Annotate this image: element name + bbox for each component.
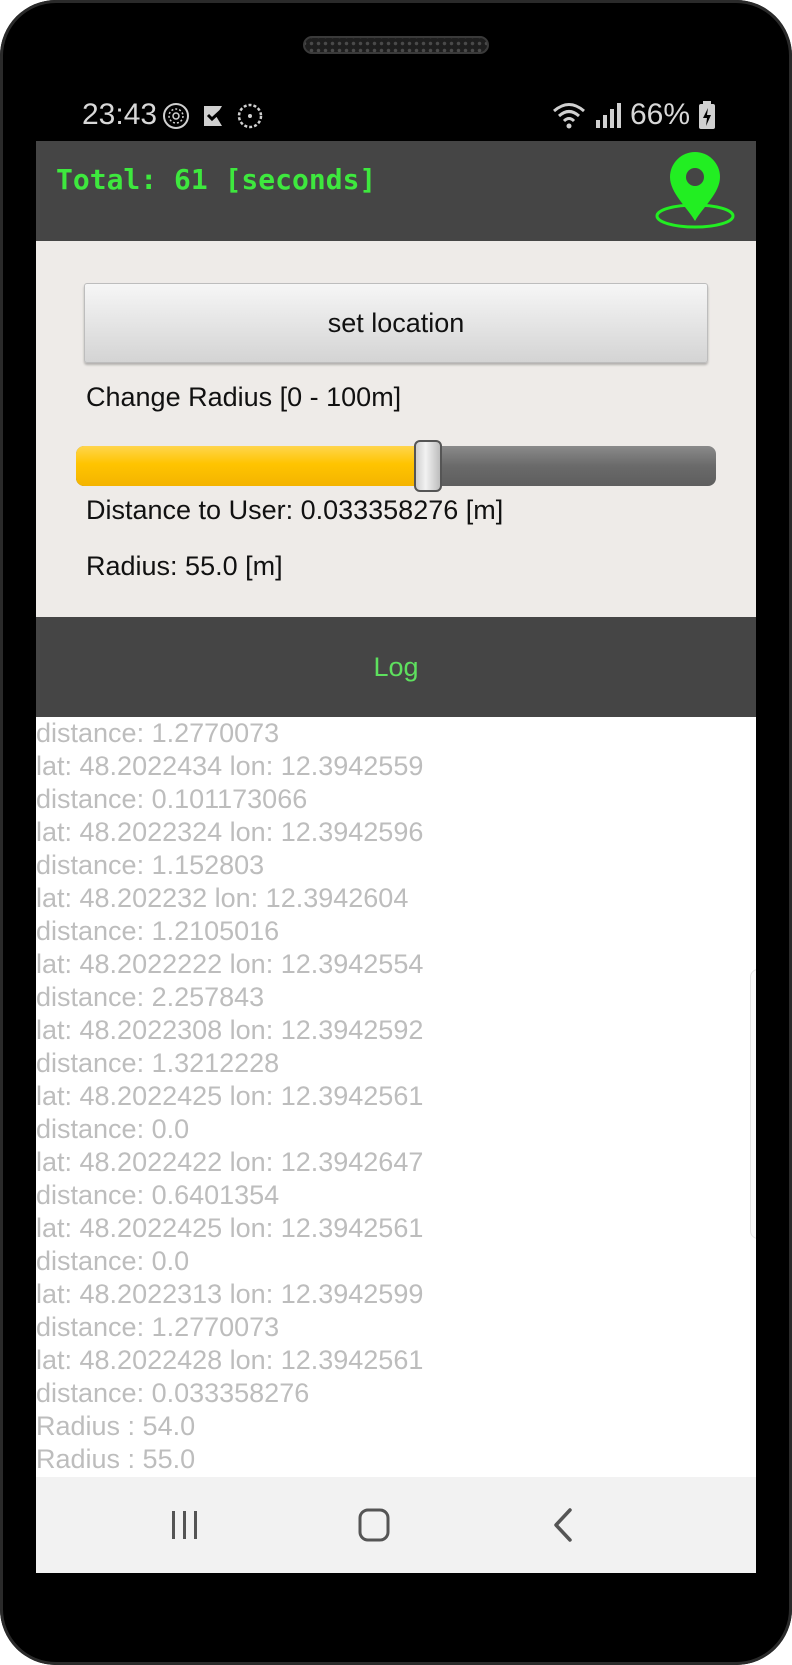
log-line: distance: 0.101173066	[36, 784, 308, 814]
slider-fill	[76, 446, 428, 486]
log-line: distance: 0.0	[36, 1114, 190, 1144]
slider-thumb[interactable]	[414, 440, 442, 492]
log-header-label: Log	[373, 651, 419, 682]
log-line: distance: 1.152803	[36, 850, 265, 880]
controls-panel: set location Change Radius [0 - 100m] Di…	[36, 241, 756, 617]
log-line: lat: 48.2022313 lon: 12.3942599	[36, 1279, 424, 1309]
wifi-icon	[552, 103, 585, 129]
app-bar: Total: 61 [seconds]	[36, 141, 756, 241]
log-line: distance: 0.033358276	[36, 1378, 310, 1408]
log-line: lat: 48.2022324 lon: 12.3942596	[36, 817, 424, 847]
status-bar: 23:43 66%	[36, 92, 756, 138]
vpn-globe-icon	[163, 103, 189, 129]
slider-track	[76, 446, 716, 486]
log-line: lat: 48.2022425 lon: 12.3942561	[36, 1081, 424, 1111]
battery-icon	[699, 101, 715, 129]
log-line: distance: 0.0	[36, 1246, 190, 1276]
back-icon[interactable]	[534, 1497, 594, 1553]
log-line: lat: 48.2022428 lon: 12.3942561	[36, 1345, 424, 1375]
phone-frame: 23:43 66% Total: 61 [seconds] set locati…	[0, 0, 792, 1665]
location-pin-icon[interactable]	[654, 149, 740, 235]
battery-percent: 66%	[629, 98, 690, 131]
status-time: 23:43	[82, 98, 158, 131]
log-line: distance: 0.6401354	[36, 1180, 280, 1210]
recents-icon[interactable]	[154, 1497, 214, 1553]
log-line: lat: 48.202232 lon: 12.3942604	[36, 883, 409, 913]
log-line: lat: 48.2022422 lon: 12.3942647	[36, 1147, 424, 1177]
radius-text: Radius: 55.0 [m]	[86, 551, 283, 581]
log-line: distance: 1.2770073	[36, 718, 280, 748]
navigation-bar	[36, 1477, 756, 1573]
status-right-group: 66%	[552, 98, 716, 132]
home-icon[interactable]	[344, 1497, 404, 1553]
log-line: lat: 48.2022434 lon: 12.3942559	[36, 751, 424, 781]
log-line: lat: 48.2022222 lon: 12.3942554	[36, 949, 424, 979]
edge-panel-handle[interactable]	[750, 969, 756, 1239]
total-time-title: Total: 61 [seconds]	[56, 163, 377, 196]
radius-slider[interactable]	[76, 440, 716, 492]
log-line: Radius : 54.0	[36, 1411, 196, 1441]
log-line: lat: 48.2022425 lon: 12.3942561	[36, 1213, 424, 1243]
log-line: distance: 1.2105016	[36, 916, 280, 946]
set-location-button[interactable]: set location	[84, 283, 708, 363]
log-line: lat: 48.2022308 lon: 12.3942592	[36, 1015, 424, 1045]
signal-icon	[595, 103, 621, 128]
log-list[interactable]: distance: 1.2770073 lat: 48.2022434 lon: …	[36, 717, 756, 1477]
checkbox-flag-icon	[204, 106, 226, 126]
log-header: Log	[36, 617, 756, 717]
change-radius-label: Change Radius [0 - 100m]	[86, 382, 402, 412]
speaker-grille	[303, 36, 489, 54]
distance-to-user-text: Distance to User: 0.033358276 [m]	[86, 495, 504, 525]
app-screen: Total: 61 [seconds] set location Change …	[36, 141, 756, 1573]
log-line: distance: 1.2770073	[36, 1312, 280, 1342]
log-line: distance: 1.3212228	[36, 1048, 280, 1078]
log-line: Radius : 55.0	[36, 1444, 196, 1474]
log-line: distance: 2.257843	[36, 982, 265, 1012]
circle-dots-icon	[237, 103, 263, 129]
